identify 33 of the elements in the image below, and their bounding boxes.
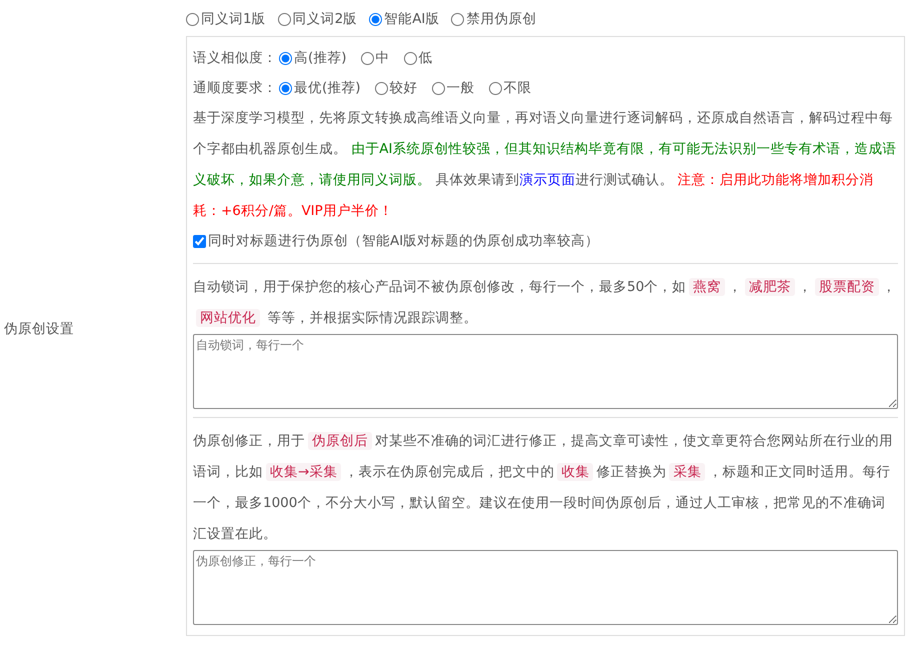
demo-page-link[interactable]: 演示页面: [519, 172, 576, 188]
option-label[interactable]: 低: [418, 49, 433, 67]
option-label[interactable]: 一般: [446, 79, 475, 97]
radio-button[interactable]: [404, 52, 417, 64]
input-field[interactable]: 伪原创修正，每行一个: [193, 550, 898, 625]
radio-button[interactable]: [186, 12, 199, 26]
option-label[interactable]: 同义词2版: [292, 10, 358, 28]
settings-label: 伪原创设置: [3, 320, 75, 338]
radio-button[interactable]: [278, 12, 291, 26]
option-label[interactable]: 较好: [390, 79, 418, 97]
option-label[interactable]: 最优(推荐): [294, 79, 361, 97]
radio-button[interactable]: [374, 82, 388, 94]
option-label[interactable]: 禁用伪原创: [466, 10, 536, 28]
field-label: 语义相似度：: [193, 49, 277, 67]
radio-button[interactable]: [488, 82, 502, 94]
option-label[interactable]: 不限: [504, 79, 532, 97]
option-label[interactable]: 高(推荐): [294, 49, 347, 67]
lock-words-description-text: 自动锁词，用于保护您的核心产品词不被伪原创修改，每行一个，最多50个，如 燕窝 ， 减肥茶 ， 股票配资 ， 网站优化 等等，并根据实际情况跟踪调整。: [193, 277, 898, 329]
radio-button[interactable]: [279, 82, 292, 94]
option-label[interactable]: 中: [376, 49, 390, 67]
radio-button[interactable]: [369, 12, 382, 26]
option-label[interactable]: 智能AI版: [384, 10, 440, 28]
correction-description-text: 伪原创修正，用于 伪原创后 对某些不准确的词汇进行修正，提高文章可读性，使文章更符合您网站所在行业的用语词，比如 收集→采集 ，表示在伪原创完成后，把文中的 收集 修正替换为 采集 ，标题和正文同时适用。每行一个，最多1000个，不分大小写，默认留空。建议在使用一段时间伪原创后，通过人工审核，把常见的不准确词汇设置在此。: [193, 431, 894, 544]
field-label: 通顺度要求：: [193, 79, 277, 97]
radio-button[interactable]: [432, 82, 445, 94]
radio-button[interactable]: [360, 52, 374, 64]
description-text: 基于深度学习模型，先将原文转换成高维语义向量，再对语义向量进行逐词解码，还原成自然语言，解码过程中每个字都由机器原创生成。 由于AI系统原创性较强，但其知识结构毕竟有限，有可能无法识别一些专有术语，造成语义破坏，如果介意，请使用同义词版。 具体效果请到演示页面进行测试确认。 注意：启用此功能将增加积分消耗：+6积分/篇。VIP用户半价！: [193, 109, 898, 221]
radio-button[interactable]: [279, 52, 292, 64]
checkbox[interactable]: [193, 234, 206, 248]
radio-button[interactable]: [451, 12, 464, 26]
input-field[interactable]: 自动锁词，每行一个: [193, 334, 898, 409]
checkbox-label[interactable]: 同时对标题进行伪原创（智能AI版对标题的伪原创成功率较高）: [208, 232, 600, 250]
option-label[interactable]: 同义词1版: [201, 10, 266, 28]
